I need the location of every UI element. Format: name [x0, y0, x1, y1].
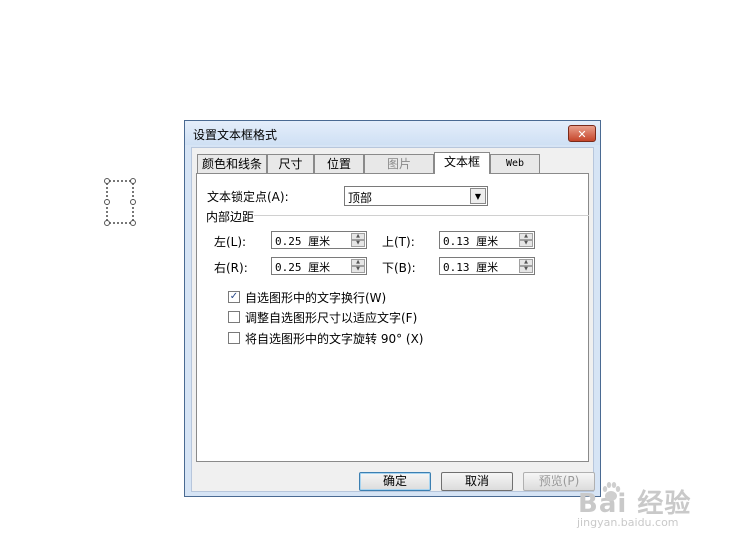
dropdown-arrow-icon[interactable]: ▼: [470, 188, 486, 204]
ok-button[interactable]: 确定: [359, 472, 431, 491]
option-label: 调整自选图形尺寸以适应文字(F): [245, 311, 418, 325]
format-textbox-dialog: 设置文本框格式 ✕ 颜色和线条 尺寸 位置 图片 文本框 Web 文本锁定点(A…: [184, 120, 601, 497]
spin-up-icon[interactable]: ▲: [351, 233, 365, 240]
checkbox-unchecked-icon[interactable]: [228, 332, 240, 344]
paw-logo-icon: [602, 482, 621, 501]
margin-bottom-spinner[interactable]: 0.13 厘米 ▲ ▼: [439, 257, 535, 275]
tab-position[interactable]: 位置: [314, 154, 364, 173]
dialog-client: 颜色和线条 尺寸 位置 图片 文本框 Web 文本锁定点(A): 顶部 ▼ 内部…: [191, 147, 595, 492]
margin-left-value: 0.25 厘米: [275, 235, 331, 248]
tab-size[interactable]: 尺寸: [267, 154, 314, 173]
anchor-value: 顶部: [348, 191, 373, 205]
margin-left-label: 左(L):: [214, 235, 247, 249]
margins-group-title: 内部边距: [206, 210, 255, 224]
spin-up-icon[interactable]: ▲: [519, 259, 533, 266]
margin-bottom-value: 0.13 厘米: [443, 261, 499, 274]
spin-down-icon[interactable]: ▼: [519, 266, 533, 273]
margin-bottom-label: 下(B):: [382, 261, 416, 275]
spin-down-icon[interactable]: ▼: [351, 266, 365, 273]
baidu-jingyan-watermark: Bai 经验 jingyan.baidu.com: [575, 482, 747, 543]
resize-handle-top-right[interactable]: [130, 178, 136, 184]
dialog-title: 设置文本框格式: [193, 128, 278, 142]
textbox-tab-panel: 文本锁定点(A): 顶部 ▼ 内部边距 左(L): 0.25 厘米 ▲ ▼ 上(T…: [196, 173, 589, 462]
spin-down-icon[interactable]: ▼: [519, 240, 533, 247]
checkbox-checked-icon[interactable]: ✓: [228, 291, 240, 303]
tab-picture: 图片: [364, 154, 434, 173]
tab-colors-lines[interactable]: 颜色和线条: [197, 154, 267, 173]
close-button[interactable]: ✕: [568, 125, 596, 142]
dialog-titlebar[interactable]: 设置文本框格式 ✕: [185, 121, 600, 145]
close-icon: ✕: [577, 128, 587, 141]
tab-textbox[interactable]: 文本框: [434, 152, 490, 174]
tab-web[interactable]: Web: [490, 154, 540, 173]
checkbox-unchecked-icon[interactable]: [228, 311, 240, 323]
anchor-label: 文本锁定点(A):: [207, 190, 289, 204]
resize-handle-bottom-right[interactable]: [130, 220, 136, 226]
option-label: 将自选图形中的文字旋转 90° (X): [245, 332, 424, 346]
watermark-site: jingyan.baidu.com: [577, 516, 679, 529]
cancel-button[interactable]: 取消: [441, 472, 513, 491]
margin-left-spinner[interactable]: 0.25 厘米 ▲ ▼: [271, 231, 367, 249]
anchor-select[interactable]: 顶部 ▼: [344, 186, 488, 206]
resize-handle-mid-right[interactable]: [130, 199, 136, 205]
margin-right-label: 右(R):: [214, 261, 248, 275]
margin-right-spinner[interactable]: 0.25 厘米 ▲ ▼: [271, 257, 367, 275]
margin-top-spinner[interactable]: 0.13 厘米 ▲ ▼: [439, 231, 535, 249]
margin-top-label: 上(T):: [382, 235, 415, 249]
resize-handle-top-left[interactable]: [104, 178, 110, 184]
resize-handle-mid-left[interactable]: [104, 199, 110, 205]
spin-down-icon[interactable]: ▼: [351, 240, 365, 247]
spin-up-icon[interactable]: ▲: [351, 259, 365, 266]
watermark-brand: Bai 经验: [578, 489, 692, 519]
resize-handle-bottom-left[interactable]: [104, 220, 110, 226]
spin-up-icon[interactable]: ▲: [519, 233, 533, 240]
margin-right-value: 0.25 厘米: [275, 261, 331, 274]
option-label: 自选图形中的文字换行(W): [245, 291, 387, 305]
group-divider: [254, 215, 589, 216]
margin-top-value: 0.13 厘米: [443, 235, 499, 248]
